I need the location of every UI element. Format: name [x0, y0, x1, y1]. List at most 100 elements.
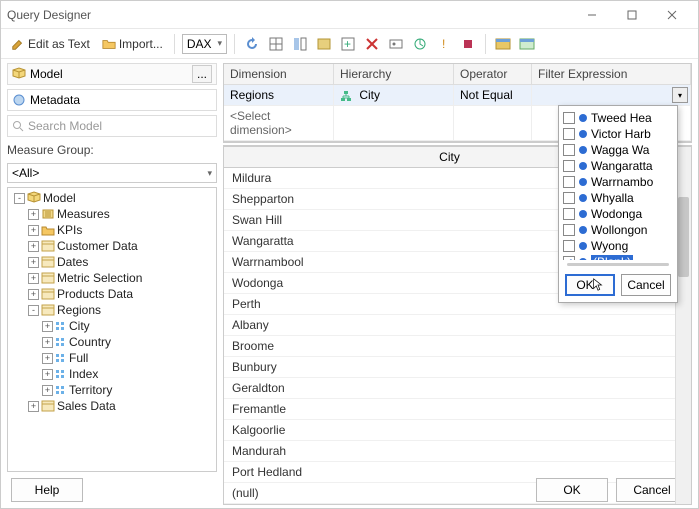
expander-icon[interactable]: + [42, 337, 53, 348]
edit-as-text-button[interactable]: Edit as Text [7, 35, 94, 53]
tree-node[interactable]: -Model [10, 190, 214, 206]
filter-option[interactable]: Victor Harb [561, 126, 675, 142]
measure-group-label: Measure Group: [7, 141, 217, 159]
popup-ok-button[interactable]: OK [565, 274, 615, 296]
grid-row[interactable]: Kalgoorlie [224, 420, 675, 441]
tree-label: Customer Data [57, 239, 138, 253]
grid-row[interactable]: Broome [224, 336, 675, 357]
tree-node[interactable]: +Country [10, 334, 214, 350]
design-mode-icon[interactable] [493, 34, 513, 54]
filter-hierarchy[interactable]: City [334, 85, 454, 105]
checkbox[interactable] [563, 192, 575, 204]
prepare-icon[interactable] [410, 34, 430, 54]
expander-icon[interactable]: + [42, 385, 53, 396]
filter-option[interactable]: Wollongon [561, 222, 675, 238]
checkbox[interactable] [563, 112, 575, 124]
checkbox[interactable] [563, 256, 575, 260]
grid-row[interactable]: Albany [224, 315, 675, 336]
expander-icon[interactable]: + [28, 401, 39, 412]
tree-node[interactable]: -Regions [10, 302, 214, 318]
filter-option[interactable]: Wodonga [561, 206, 675, 222]
query-mode-icon[interactable] [517, 34, 537, 54]
refresh-icon[interactable] [242, 34, 262, 54]
expander-icon[interactable]: + [42, 353, 53, 364]
filter-option[interactable]: Tweed Hea [561, 110, 675, 126]
metadata-header[interactable]: Metadata [7, 89, 217, 111]
language-combo[interactable]: DAX ▾ [182, 34, 227, 54]
col-filter-expression[interactable]: Filter Expression [532, 64, 691, 84]
popup-scrollbar[interactable] [561, 260, 675, 268]
tree-node[interactable]: +Dates [10, 254, 214, 270]
expander-icon[interactable]: + [28, 289, 39, 300]
chevron-down-icon: ▾ [218, 38, 223, 49]
help-button[interactable]: Help [11, 478, 83, 502]
model-header[interactable]: Model ... [7, 63, 217, 85]
tree-node[interactable]: +Products Data [10, 286, 214, 302]
select-dimension[interactable]: <Select dimension> [224, 106, 334, 140]
expander-icon[interactable]: - [14, 193, 25, 204]
dropdown-arrow-icon[interactable]: ▾ [672, 87, 688, 103]
expander-icon[interactable]: + [42, 321, 53, 332]
tree-node[interactable]: +City [10, 318, 214, 334]
filter-option[interactable]: Wagga Wa [561, 142, 675, 158]
checkbox[interactable] [563, 160, 575, 172]
minimize-button[interactable] [572, 4, 612, 26]
parameters-icon[interactable] [386, 34, 406, 54]
filter-option[interactable]: Wangaratta [561, 158, 675, 174]
toggle-icon[interactable] [290, 34, 310, 54]
tree-node[interactable]: +Full [10, 350, 214, 366]
filter-option[interactable]: Whyalla [561, 190, 675, 206]
filter-option[interactable]: Warrnambo [561, 174, 675, 190]
filter-option[interactable]: Wyong [561, 238, 675, 254]
expander-icon[interactable]: + [28, 241, 39, 252]
ok-button[interactable]: OK [536, 478, 608, 502]
checkbox[interactable] [563, 208, 575, 220]
import-button[interactable]: Import... [98, 35, 167, 53]
delete-icon[interactable] [362, 34, 382, 54]
checkbox[interactable] [563, 128, 575, 140]
show-empty-icon[interactable] [314, 34, 334, 54]
expander-icon[interactable]: + [28, 209, 39, 220]
filter-expression-cell[interactable]: ▾ [532, 85, 691, 105]
checkbox[interactable] [563, 176, 575, 188]
checkbox[interactable] [563, 224, 575, 236]
search-input[interactable]: Search Model [7, 115, 217, 137]
expander-icon[interactable]: + [28, 273, 39, 284]
maximize-button[interactable] [612, 4, 652, 26]
col-dimension[interactable]: Dimension [224, 64, 334, 84]
expander-icon[interactable]: - [28, 305, 39, 316]
checkbox[interactable] [563, 144, 575, 156]
tree-node[interactable]: +Territory [10, 382, 214, 398]
grid-row[interactable]: Fremantle [224, 399, 675, 420]
svg-text:+: + [344, 37, 351, 51]
grid-icon[interactable] [266, 34, 286, 54]
tree-node[interactable]: +Index [10, 366, 214, 382]
tree-node[interactable]: + Customer Data [10, 238, 214, 254]
expander-icon[interactable]: + [28, 257, 39, 268]
expander-icon[interactable]: + [42, 369, 53, 380]
filter-operator[interactable]: Not Equal [454, 85, 532, 105]
add-calc-icon[interactable]: + [338, 34, 358, 54]
model-browse-button[interactable]: ... [192, 65, 212, 83]
filter-dimension[interactable]: Regions [224, 85, 334, 105]
tree-node[interactable]: +KPIs [10, 222, 214, 238]
col-operator[interactable]: Operator [454, 64, 532, 84]
grid-row[interactable]: Bunbury [224, 357, 675, 378]
tree-node[interactable]: +Sales Data [10, 398, 214, 414]
checkbox[interactable] [563, 240, 575, 252]
measure-group-combo[interactable]: <All> ▾ [7, 163, 217, 183]
grid-row[interactable]: Geraldton [224, 378, 675, 399]
cancel-query-icon[interactable] [458, 34, 478, 54]
filter-row[interactable]: Regions City Not Equal ▾ [224, 85, 691, 106]
metadata-tree[interactable]: -Model+Measures+KPIs+Customer Data+Dates… [7, 187, 217, 472]
expander-icon[interactable]: + [28, 225, 39, 236]
cube-icon [27, 191, 41, 206]
scroll-thumb[interactable] [678, 197, 689, 277]
col-hierarchy[interactable]: Hierarchy [334, 64, 454, 84]
grid-row[interactable]: Mandurah [224, 441, 675, 462]
tree-node[interactable]: +Measures [10, 206, 214, 222]
popup-cancel-button[interactable]: Cancel [621, 274, 671, 296]
close-button[interactable] [652, 4, 692, 26]
run-icon[interactable]: ! [434, 34, 454, 54]
tree-node[interactable]: +Metric Selection [10, 270, 214, 286]
